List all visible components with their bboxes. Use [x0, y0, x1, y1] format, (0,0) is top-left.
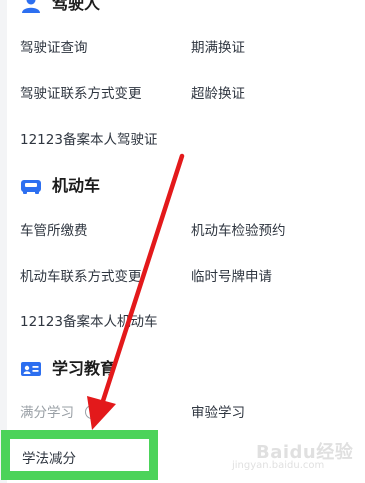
highlight-box: [1, 430, 158, 480]
car-icon: [20, 177, 42, 195]
info-icon: [85, 405, 99, 419]
section-header-study: 学习教育: [20, 359, 116, 379]
section-title-study: 学习教育: [52, 359, 117, 378]
item-review-study[interactable]: 审验学习: [191, 404, 245, 422]
section-title-driver: 驾驶人: [52, 0, 101, 13]
person-icon: [20, 0, 42, 13]
id-card-icon: [20, 360, 42, 378]
item-expiry-renewal[interactable]: 期满换证: [191, 39, 245, 57]
item-12123-vehicle-filing[interactable]: 12123备案本人机动车: [20, 313, 157, 331]
item-license-query[interactable]: 驾驶证查询: [20, 39, 88, 57]
watermark-domain: jingyan.baidu.com: [232, 460, 325, 471]
section-header-vehicle: 机动车: [20, 176, 100, 196]
section-title-vehicle: 机动车: [52, 176, 101, 195]
item-temp-plate-application[interactable]: 临时号牌申请: [191, 268, 272, 286]
item-vehicle-contact-change[interactable]: 机动车联系方式变更: [20, 268, 142, 286]
item-inspection-appointment[interactable]: 机动车检验预约: [191, 222, 286, 240]
item-dmv-payment[interactable]: 车管所缴费: [20, 222, 88, 240]
baidu-watermark: Baidu经验 jingyan.baidu.com: [232, 438, 362, 480]
section-header-driver: 驾驶人: [20, 0, 100, 14]
watermark-brand: Baidu经验: [256, 442, 354, 463]
item-full-score-study[interactable]: 满分学习: [20, 404, 74, 422]
item-12123-license-filing[interactable]: 12123备案本人驾驶证: [20, 131, 157, 149]
item-overage-renewal[interactable]: 超龄换证: [191, 85, 245, 103]
item-license-contact-change[interactable]: 驾驶证联系方式变更: [20, 85, 142, 103]
left-edge-strip: [0, 0, 7, 483]
